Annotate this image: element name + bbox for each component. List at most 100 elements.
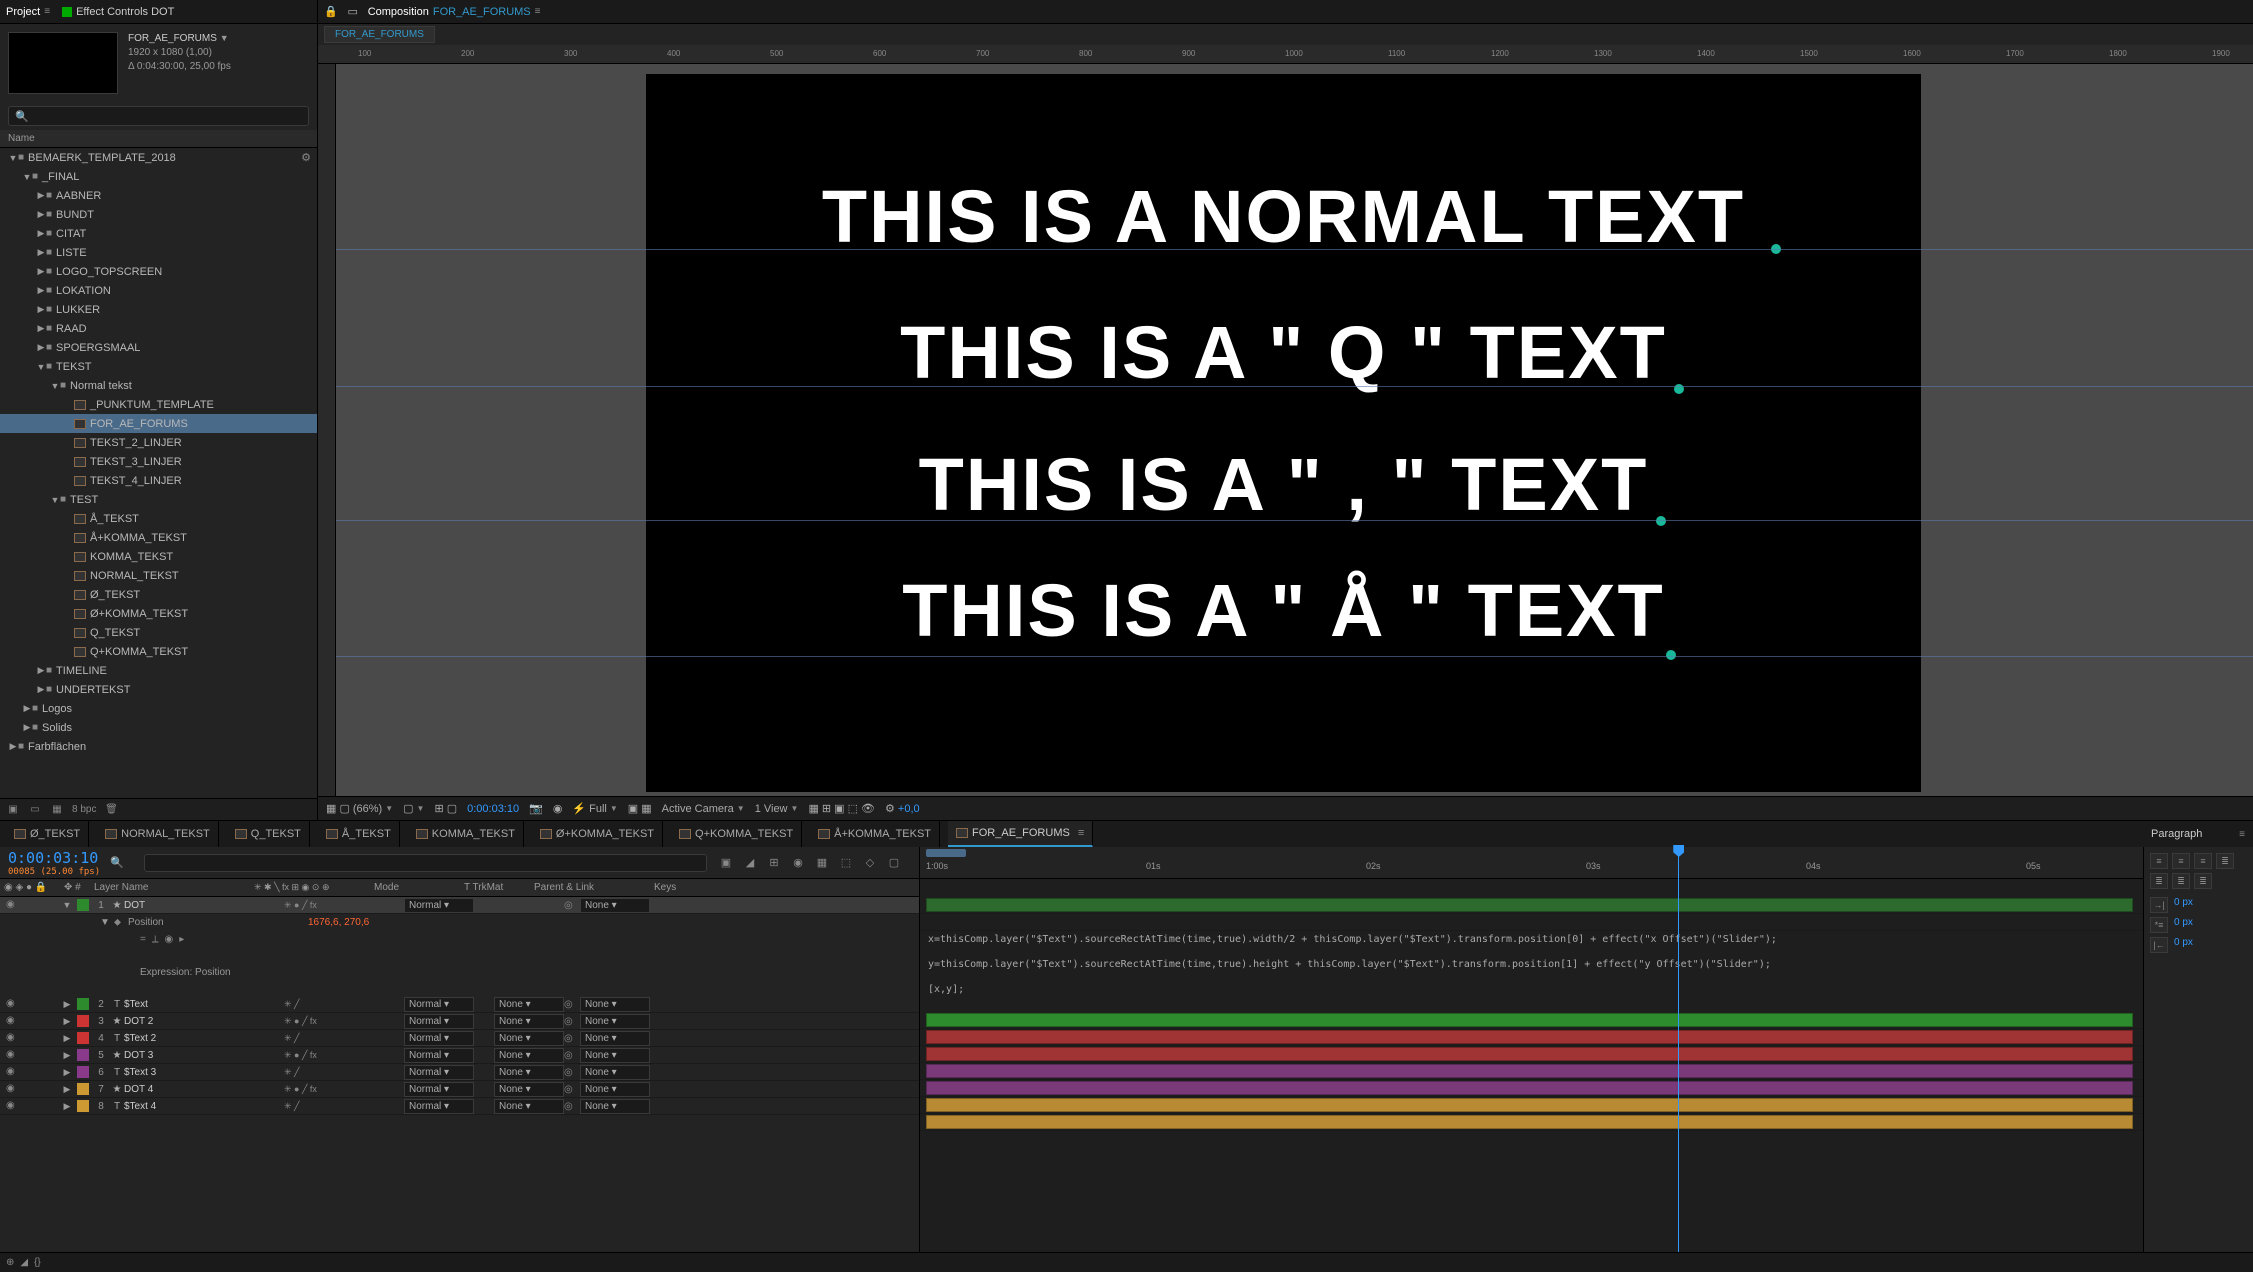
tree-item[interactable]: TEKST_4_LINJER: [0, 471, 317, 490]
timeline-timecode[interactable]: 0:00:03:10: [8, 849, 100, 867]
timeline-tab[interactable]: KOMMA_TEKST: [408, 821, 524, 847]
layer-row[interactable]: ◉▶7★DOT 4✳ ● ╱ fxNormal ▾None ▾◎None ▾: [0, 1081, 919, 1098]
guide-line[interactable]: [336, 386, 2253, 387]
composition-tab[interactable]: Composition FOR_AE_FORUMS ≡: [368, 6, 541, 18]
layer-row[interactable]: ◉▶6T$Text 3✳ ╱Normal ▾None ▾◎None ▾: [0, 1064, 919, 1081]
project-tree[interactable]: ▼■BEMAERK_TEMPLATE_2018⚙▼■_FINAL▶■AABNER…: [0, 148, 317, 798]
justify-all-icon[interactable]: ≣: [2194, 873, 2212, 889]
layer-bar[interactable]: [926, 898, 2133, 912]
trash-icon[interactable]: 🗑: [104, 803, 118, 817]
timeline-right[interactable]: 1:00s01s02s03s04s05s x=thisComp.layer("$…: [920, 847, 2143, 1252]
timeline-tab[interactable]: Å+KOMMA_TEKST: [810, 821, 940, 847]
layer-row[interactable]: ◉▼1★DOT✳ ● ╱ fxNormal ▾◎None ▾: [0, 897, 919, 914]
layer-search[interactable]: [144, 854, 707, 872]
comp-flow-icon[interactable]: ▭: [346, 5, 360, 19]
timeline-tab[interactable]: Q+KOMMA_TEKST: [671, 821, 802, 847]
playhead[interactable]: [1678, 847, 1679, 1252]
camera-dropdown[interactable]: Active Camera ▼: [662, 803, 745, 815]
brain-icon[interactable]: ⬚: [837, 854, 855, 872]
pixel-icon[interactable]: ▦ ⊞ ▣ ⬚ 👁: [808, 802, 875, 815]
grid-icon[interactable]: ⊞ ▢: [434, 802, 457, 815]
tree-item[interactable]: ▶■LOKATION: [0, 281, 317, 300]
time-ruler[interactable]: 1:00s01s02s03s04s05s: [920, 847, 2143, 879]
layer-row[interactable]: ◉▶2T$Text✳ ╱Normal ▾None ▾◎None ▾: [0, 996, 919, 1013]
layer-row[interactable]: ◉▶4T$Text 2✳ ╱Normal ▾None ▾◎None ▾: [0, 1030, 919, 1047]
toggle-in-out-icon[interactable]: {}: [34, 1257, 41, 1268]
timeline-tab[interactable]: FOR_AE_FORUMS≡: [948, 821, 1093, 847]
indent-first-icon[interactable]: *≡: [2150, 917, 2168, 933]
toggle-switches-icon[interactable]: ⊕: [6, 1257, 14, 1268]
layer-row[interactable]: ◉▶8T$Text 4✳ ╱Normal ▾None ▾◎None ▾: [0, 1098, 919, 1115]
horizontal-ruler[interactable]: 1002003004005006007008009001000110012001…: [318, 46, 2253, 64]
tree-item[interactable]: ▶■LISTE: [0, 243, 317, 262]
tree-item[interactable]: ▶■LUKKER: [0, 300, 317, 319]
timeline-tab[interactable]: Å_TEKST: [318, 821, 400, 847]
track-area[interactable]: x=thisComp.layer("$Text").sourceRectAtTi…: [920, 879, 2143, 1252]
motion-blur-icon[interactable]: ◉: [789, 854, 807, 872]
expression-line[interactable]: [x,y];: [920, 981, 2143, 998]
resolution-icon[interactable]: ▢ ▼: [403, 802, 424, 815]
col-keys[interactable]: Keys: [650, 882, 680, 893]
new-comp-icon[interactable]: ▦: [50, 803, 64, 817]
tree-item[interactable]: ▶■BUNDT: [0, 205, 317, 224]
vertical-ruler[interactable]: [318, 64, 336, 796]
col-parent[interactable]: Parent & Link: [530, 882, 650, 893]
align-center-icon[interactable]: ≡: [2172, 853, 2190, 869]
tree-item[interactable]: NORMAL_TEKST: [0, 566, 317, 585]
bit-depth[interactable]: 8 bpc: [72, 804, 96, 815]
zoom-dropdown[interactable]: ▦ ▢ (66%) ▼: [326, 802, 393, 815]
tree-item[interactable]: Q+KOMMA_TEKST: [0, 642, 317, 661]
tree-item[interactable]: FOR_AE_FORUMS: [0, 414, 317, 433]
project-tab[interactable]: Project ≡: [6, 6, 50, 18]
tree-item[interactable]: ▶■Logos: [0, 699, 317, 718]
text-layer[interactable]: THIS IS A " Q " TEXT: [646, 310, 1921, 395]
snapshot-icon[interactable]: 📷: [529, 802, 543, 815]
justify-center-icon[interactable]: ≣: [2150, 873, 2168, 889]
tree-item[interactable]: ▼■BEMAERK_TEMPLATE_2018⚙: [0, 148, 317, 167]
tree-item[interactable]: ▶■RAAD: [0, 319, 317, 338]
timeline-tabs[interactable]: Ø_TEKSTNORMAL_TEKSTQ_TEKSTÅ_TEKSTKOMMA_T…: [0, 821, 2143, 847]
roi-icon[interactable]: ▣ ▦: [628, 802, 652, 815]
expression-line[interactable]: y=thisComp.layer("$Text").sourceRectAtTi…: [920, 956, 2143, 973]
snap-icon[interactable]: ◇: [861, 854, 879, 872]
timeline-tab[interactable]: Q_TEKST: [227, 821, 310, 847]
comp-name[interactable]: FOR_AE_FORUMS: [128, 33, 217, 44]
guide-line[interactable]: [336, 520, 2253, 521]
tree-item[interactable]: ▼■TEKST: [0, 357, 317, 376]
layer-search-icon[interactable]: 🔍: [110, 856, 124, 869]
layer-bar[interactable]: [926, 1115, 2133, 1129]
dot-anchor[interactable]: [1666, 650, 1676, 660]
tree-item[interactable]: ▶■CITAT: [0, 224, 317, 243]
tree-item[interactable]: KOMMA_TEKST: [0, 547, 317, 566]
tree-item[interactable]: Å_TEKST: [0, 509, 317, 528]
frame-blend-icon[interactable]: ⊞: [765, 854, 783, 872]
interpret-icon[interactable]: ▣: [6, 803, 20, 817]
tree-item[interactable]: ▶■Farbflächen: [0, 737, 317, 756]
tree-item[interactable]: TEKST_2_LINJER: [0, 433, 317, 452]
paragraph-title[interactable]: Paragraph: [2151, 828, 2202, 840]
quality-dropdown[interactable]: ⚡ Full ▼: [572, 802, 617, 815]
comp-thumbnail[interactable]: [8, 32, 118, 94]
layer-list[interactable]: ◉▼1★DOT✳ ● ╱ fxNormal ▾◎None ▾▼⬥Position…: [0, 897, 919, 1115]
guide-line[interactable]: [336, 249, 2253, 250]
tree-item[interactable]: ▶■AABNER: [0, 186, 317, 205]
layer-row[interactable]: ◉▶3★DOT 2✳ ● ╱ fxNormal ▾None ▾◎None ▾: [0, 1013, 919, 1030]
layer-bar[interactable]: [926, 1064, 2133, 1078]
expression-controls[interactable]: =⟂◉▸: [0, 931, 919, 948]
tree-item[interactable]: ▼■TEST: [0, 490, 317, 509]
views-dropdown[interactable]: 1 View ▼: [755, 803, 799, 815]
tree-item[interactable]: Å+KOMMA_TEKST: [0, 528, 317, 547]
tree-item[interactable]: TEKST_3_LINJER: [0, 452, 317, 471]
tree-item[interactable]: ▼■_FINAL: [0, 167, 317, 186]
layer-bar[interactable]: [926, 1030, 2133, 1044]
text-layer[interactable]: THIS IS A NORMAL TEXT: [646, 174, 1921, 259]
tree-item[interactable]: ▶■TIMELINE: [0, 661, 317, 680]
expression-line[interactable]: x=thisComp.layer("$Text").sourceRectAtTi…: [920, 931, 2143, 948]
name-column-header[interactable]: Name: [0, 130, 317, 148]
work-area[interactable]: [926, 849, 966, 857]
col-mode[interactable]: Mode: [370, 882, 460, 893]
dot-anchor[interactable]: [1656, 516, 1666, 526]
layer-row[interactable]: ◉▶5★DOT 3✳ ● ╱ fxNormal ▾None ▾◎None ▾: [0, 1047, 919, 1064]
property-row[interactable]: ▼⬥Position1676,6, 270,6: [0, 914, 919, 931]
col-layer-name[interactable]: Layer Name: [90, 882, 250, 893]
